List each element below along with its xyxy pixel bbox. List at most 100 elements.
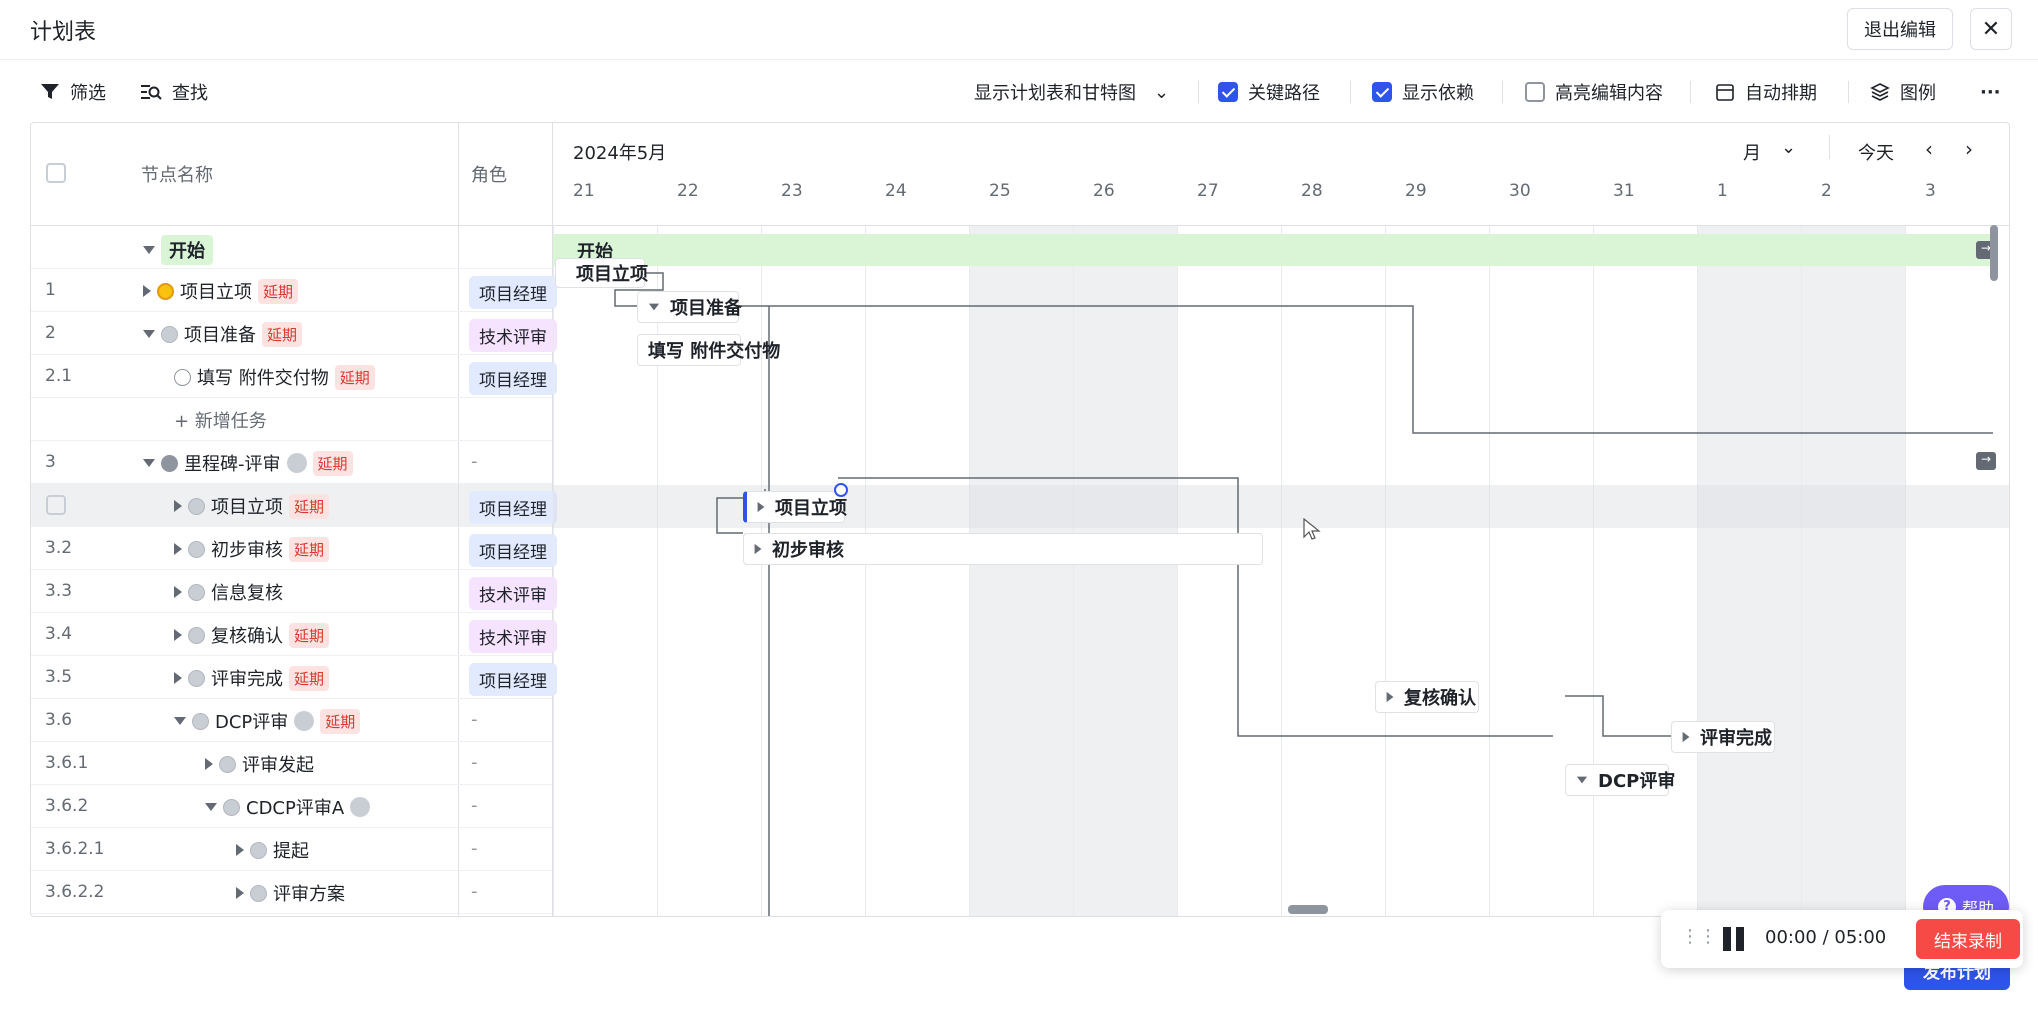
role-tag[interactable]: 项目经理 [469,663,557,696]
role-empty[interactable]: - [471,795,478,816]
role-empty[interactable]: - [471,838,478,859]
role-tag[interactable]: 项目经理 [469,491,557,524]
caret-right-icon[interactable] [174,500,182,512]
caret-right-icon[interactable] [205,758,213,770]
stop-recording-button[interactable]: 结束录制 [1916,919,2020,959]
caret-right-icon [1386,691,1394,703]
gantt-bar-b2[interactable]: 项目准备 [637,291,742,323]
status-badge: 延期 [262,321,303,347]
role-tag[interactable]: 技术评审 [469,319,557,352]
table-row[interactable]: 2 项目准备 延期 技术评审 [31,312,557,355]
status-icon [188,626,205,644]
status-badge: 延期 [289,536,330,562]
pause-icon[interactable] [1736,927,1744,951]
row-number: 3.5 [45,667,73,687]
table-row[interactable]: 3 里程碑-评审 延期 - [31,441,552,484]
caret-down-icon[interactable] [174,717,186,725]
status-icon [250,884,267,902]
table-row[interactable]: 3.2 初步审核 延期 项目经理 [31,527,557,570]
role-empty[interactable]: - [471,881,478,902]
role-empty[interactable]: - [471,709,478,730]
critical-path-checkbox[interactable] [1218,82,1238,102]
role-tag[interactable]: 技术评审 [469,620,557,653]
critical-path-label: 关键路径 [1248,83,1320,104]
caret-down-icon[interactable] [143,459,155,467]
table-row[interactable]: 1 项目立项 延期 项目经理 [31,269,557,312]
auto-schedule-button[interactable]: 自动排期 [1715,76,1817,108]
table-row[interactable]: 3.6 DCP评审 延期 - [31,699,552,742]
gantt-bar-b34[interactable]: 复核确认 [1375,681,1479,713]
caret-right-icon [1682,731,1690,743]
vertical-scrollbar[interactable] [1990,225,1998,281]
show-deps-toggle[interactable]: 显示依赖 [1372,76,1474,108]
table-row[interactable]: 3.6.2.1 提起 - [31,828,552,871]
find-label: 查找 [172,83,208,104]
col-header-role: 角色 [471,165,507,186]
legend-label: 图例 [1900,83,1936,104]
table-row[interactable]: 3.6.2.2 评审方案 - [31,871,552,914]
highlight-toggle[interactable]: 高亮编辑内容 [1525,76,1663,108]
table-row[interactable]: 2.1 填写 附件交付物 延期 项目经理 [31,355,557,398]
table-row[interactable]: 项目立项 延期 项目经理 [31,484,557,527]
node-name: 初步审核 [211,540,283,561]
exit-edit-button[interactable]: 退出编辑 [1847,8,1953,50]
add-task-button[interactable]: + 新增任务 [174,407,267,433]
status-icon [188,497,205,515]
caret-right-icon[interactable] [236,844,244,856]
filter-button[interactable]: 筛选 [40,76,106,108]
caret-down-icon[interactable] [143,330,155,338]
gantt-bar-b35[interactable]: 评审完成 [1671,721,1775,753]
table-row[interactable]: 3.3 信息复核 技术评审 [31,570,557,613]
row-number: 3.6.2 [45,796,89,816]
table-row[interactable]: 开始 [31,226,552,269]
role-tag[interactable]: 项目经理 [469,534,557,567]
gantt-bar-b32[interactable]: 初步审核 [743,533,1263,565]
link-handle[interactable] [834,483,848,497]
caret-down-icon[interactable] [205,803,217,811]
legend-button[interactable]: 图例 [1870,76,1936,108]
role-tag[interactable]: 项目经理 [469,362,557,395]
table-row[interactable]: 3.5 评审完成 延期 项目经理 [31,656,557,699]
select-all-checkbox[interactable] [46,163,66,183]
caret-right-icon[interactable] [174,629,182,641]
role-empty[interactable]: - [471,752,478,773]
row-checkbox[interactable] [46,495,66,515]
screen-recorder: ⋮⋮ 00:00 / 05:00 结束录制 [1661,910,2023,968]
gantt-bar-b21[interactable]: 填写 附件交付物 [637,334,780,366]
status-icon [223,798,240,816]
role-tag[interactable]: 技术评审 [469,577,557,610]
table-row[interactable]: + 新增任务 [31,398,552,441]
caret-down-icon[interactable] [143,246,155,254]
role-tag[interactable]: 项目经理 [469,276,557,309]
status-icon [157,282,174,300]
table-row[interactable]: 3.4 复核确认 延期 技术评审 [31,613,557,656]
caret-right-icon[interactable] [143,285,151,297]
share-icon [350,797,371,817]
gantt-bar-b31[interactable]: 项目立项 [743,491,847,523]
caret-right-icon[interactable] [174,543,182,555]
caret-right-icon[interactable] [174,672,182,684]
more-icon[interactable]: ··· [1980,76,2001,108]
show-deps-checkbox[interactable] [1372,82,1392,102]
horizontal-scrollbar[interactable] [1288,905,1328,914]
status-icon [192,712,209,730]
table-row[interactable]: 3.6.1 评审发起 - [31,742,552,785]
gantt-bar-b36[interactable]: DCP评审 [1565,764,1675,796]
gantt-bar-label: 项目立项 [576,264,648,285]
caret-right-icon[interactable] [174,586,182,598]
view-select[interactable]: 显示计划表和甘特图 ⌄ [974,76,1169,108]
gantt-bar-b1[interactable]: 项目立项 [555,258,648,288]
highlight-checkbox[interactable] [1525,82,1545,102]
caret-right-icon[interactable] [236,887,244,899]
status-badge: 延期 [289,493,330,519]
pause-icon[interactable] [1723,927,1731,951]
status-icon [161,325,178,343]
table-row[interactable]: 3.6.2 CDCP评审A - [31,785,552,828]
role-empty[interactable]: - [471,451,478,472]
critical-path-toggle[interactable]: 关键路径 [1218,76,1320,108]
drag-handle-icon[interactable]: ⋮⋮ [1681,926,1717,947]
close-icon[interactable]: ✕ [1970,8,2012,50]
status-badge: 延期 [312,450,353,476]
find-button[interactable]: 查找 [140,76,208,108]
row-number: 3.6.2.1 [45,839,105,859]
